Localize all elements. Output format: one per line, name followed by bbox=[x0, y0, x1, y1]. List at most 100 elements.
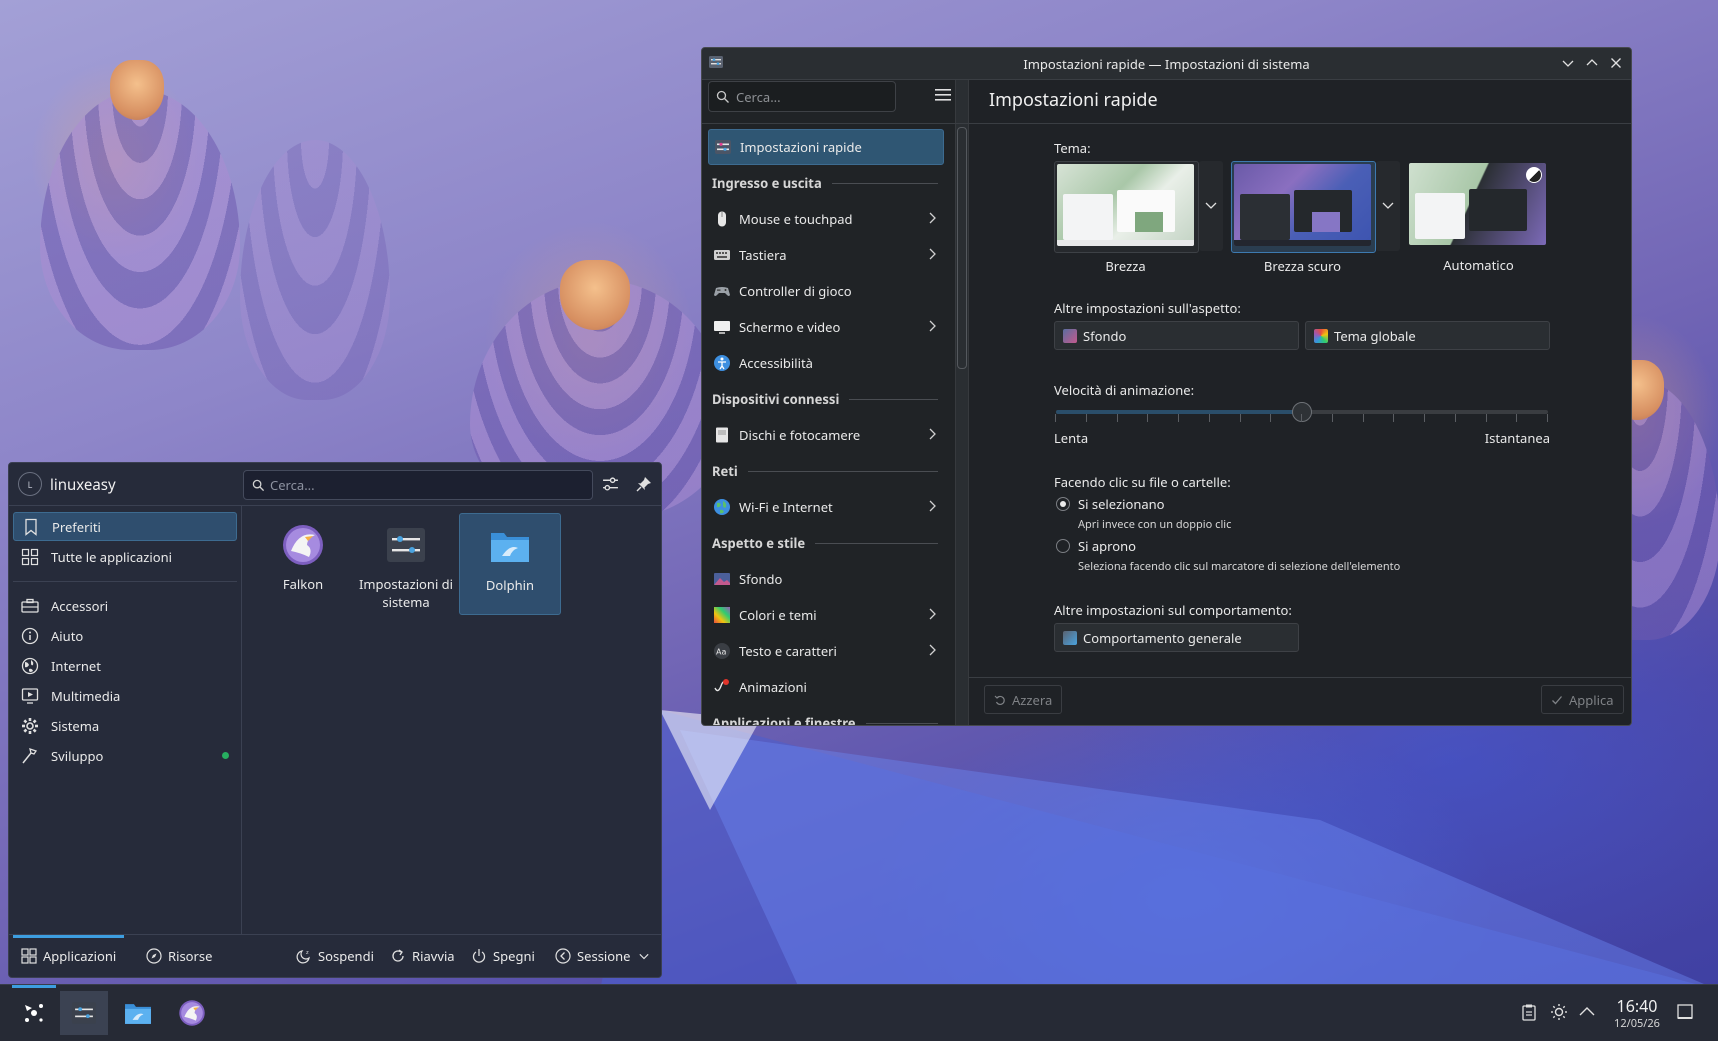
sidebar-item[interactable]: Accessibilità bbox=[708, 345, 944, 381]
slider-tick bbox=[1424, 414, 1425, 422]
grid-icon bbox=[21, 948, 37, 964]
launcher-search-input[interactable]: Cerca... bbox=[243, 470, 593, 500]
radio-open-hint: Seleziona facendo clic sul marcatore di … bbox=[1078, 559, 1401, 574]
settings-search-input[interactable]: Cerca... bbox=[708, 81, 896, 112]
avatar[interactable]: L bbox=[18, 472, 42, 496]
category-label: Sistema bbox=[51, 716, 100, 735]
category-item[interactable]: Sistema bbox=[13, 711, 237, 740]
wallpaper-icon bbox=[1063, 328, 1077, 343]
click-behavior-label: Facendo clic su file o cartelle: bbox=[1054, 473, 1231, 491]
tab-label: Applicazioni bbox=[43, 947, 117, 965]
window-titlebar[interactable]: Impostazioni rapide — Impostazioni di si… bbox=[702, 48, 1631, 80]
nav-section-divider bbox=[815, 542, 938, 544]
sidebar-item[interactable]: Wi-Fi e Internet bbox=[708, 489, 944, 525]
sidebar-item[interactable]: Colori e temi bbox=[708, 597, 944, 633]
brightness-icon[interactable] bbox=[1550, 1003, 1568, 1021]
animation-speed-slider[interactable] bbox=[1056, 402, 1548, 422]
nav-section-label: Applicazioni e finestre bbox=[712, 714, 856, 726]
apply-button-label: Applica bbox=[1569, 690, 1614, 709]
sidebar-item[interactable]: Sfondo bbox=[708, 561, 944, 597]
theme-variant-dropdown[interactable] bbox=[1199, 161, 1223, 251]
suspend-icon: z bbox=[296, 950, 310, 964]
category-item[interactable]: Aiuto bbox=[13, 621, 237, 650]
behavior-icon bbox=[1063, 630, 1077, 645]
radio-select-label[interactable]: Si selezionano bbox=[1078, 495, 1165, 513]
system-settings-icon bbox=[387, 528, 425, 562]
category-item[interactable]: Accessori bbox=[13, 591, 237, 620]
behavior-label: Altre impostazioni sul comportamento: bbox=[1054, 601, 1292, 619]
tab-label: Risorse bbox=[168, 947, 213, 965]
global-theme-button[interactable]: Tema globale bbox=[1305, 321, 1550, 350]
app-label: Impostazioni di sistema bbox=[358, 575, 454, 611]
monitor-icon bbox=[714, 321, 730, 334]
reset-button[interactable]: Azzera bbox=[984, 685, 1063, 714]
sidebar-item[interactable]: Aa Testo e caratteri bbox=[708, 633, 944, 669]
app-falkon[interactable]: Falkon bbox=[252, 513, 354, 615]
category-item[interactable]: Internet bbox=[13, 651, 237, 680]
taskbar-falkon[interactable] bbox=[168, 991, 216, 1035]
nav-section-divider bbox=[747, 470, 938, 472]
taskbar-system-settings[interactable] bbox=[60, 991, 108, 1035]
sidebar-item-label: Testo e caratteri bbox=[739, 642, 837, 660]
restart-button[interactable]: Riavvia bbox=[390, 935, 455, 977]
hamburger-menu-icon[interactable] bbox=[935, 88, 951, 102]
apply-button[interactable]: Applica bbox=[1541, 685, 1624, 714]
tab-places[interactable]: Risorse bbox=[146, 935, 212, 977]
theme-card-breeze-dark[interactable] bbox=[1231, 161, 1376, 253]
radio-open-files[interactable] bbox=[1056, 539, 1070, 553]
sidebar-item[interactable]: Controller di gioco bbox=[708, 273, 944, 309]
clipboard-icon[interactable] bbox=[1520, 1003, 1538, 1021]
nav-section-label: Reti bbox=[712, 462, 738, 480]
sidebar-item[interactable]: Tastiera bbox=[708, 237, 944, 273]
category-item[interactable]: Multimedia bbox=[13, 681, 237, 710]
settings-nav: Impostazioni rapide Ingresso e uscita Mous… bbox=[708, 129, 944, 726]
category-label: Accessori bbox=[51, 596, 109, 615]
app-launcher-button[interactable] bbox=[10, 985, 58, 1035]
sidebar-item[interactable]: Impostazioni rapide bbox=[708, 129, 944, 165]
configure-icon[interactable] bbox=[602, 476, 619, 493]
show-desktop-icon[interactable] bbox=[1676, 1003, 1694, 1021]
chevron-right-icon bbox=[929, 212, 936, 224]
animation-speed-label: Velocità di animazione: bbox=[1054, 381, 1195, 399]
shutdown-button[interactable]: Spegni bbox=[471, 935, 535, 977]
sidebar-item[interactable]: Dischi e fotocamere bbox=[708, 417, 944, 453]
app-system-settings[interactable]: Impostazioni di sistema bbox=[355, 513, 457, 615]
slow-label: Lenta bbox=[1054, 429, 1089, 447]
taskbar: 16:40 12/05/26 bbox=[0, 984, 1718, 1041]
sidebar-item[interactable]: Schermo e video bbox=[708, 309, 944, 345]
suspend-button[interactable]: z Sospendi bbox=[296, 935, 374, 977]
sidebar-item[interactable]: Mouse e touchpad bbox=[708, 201, 944, 237]
theme-variant-dropdown[interactable] bbox=[1376, 161, 1400, 251]
chevron-up-icon bbox=[1586, 59, 1598, 66]
nav-section-header: Dispositivi connessi bbox=[708, 381, 944, 417]
radio-open-label[interactable]: Si aprono bbox=[1078, 537, 1136, 555]
radio-select-files[interactable] bbox=[1056, 497, 1070, 511]
theme-card-breeze[interactable] bbox=[1054, 161, 1199, 253]
category-item[interactable]: Preferiti bbox=[13, 512, 237, 541]
app-label: Dolphin bbox=[485, 576, 535, 594]
slider-handle[interactable] bbox=[1292, 402, 1312, 422]
general-behavior-button-label: Comportamento generale bbox=[1083, 628, 1242, 647]
pin-icon[interactable] bbox=[636, 476, 652, 492]
power-icon bbox=[472, 949, 486, 963]
minimize-button[interactable] bbox=[1559, 53, 1577, 73]
chevron-up-icon[interactable] bbox=[1578, 1003, 1596, 1021]
wallpaper-button[interactable]: Sfondo bbox=[1054, 321, 1299, 350]
maximize-button[interactable] bbox=[1583, 53, 1601, 73]
general-behavior-button[interactable]: Comportamento generale bbox=[1054, 623, 1299, 652]
close-button[interactable] bbox=[1607, 53, 1625, 73]
category-item[interactable]: Tutte le applicazioni bbox=[13, 542, 237, 571]
theme-card-automatic[interactable] bbox=[1407, 161, 1550, 251]
category-item[interactable]: Sviluppo bbox=[13, 741, 237, 770]
chevron-right-icon bbox=[929, 248, 936, 260]
gamepad-icon bbox=[714, 287, 730, 296]
tab-applications[interactable]: Applicazioni bbox=[12, 935, 125, 977]
session-button[interactable]: Sessione bbox=[555, 935, 649, 977]
sidebar-scrollbar[interactable] bbox=[957, 127, 967, 369]
clock[interactable]: 16:40 12/05/26 bbox=[1607, 995, 1667, 1031]
sidebar-item[interactable]: Animazioni bbox=[708, 669, 944, 705]
taskbar-dolphin[interactable] bbox=[114, 991, 162, 1035]
chevron-right-icon bbox=[929, 428, 936, 440]
svg-text:z: z bbox=[306, 950, 309, 956]
app-dolphin[interactable]: Dolphin bbox=[459, 513, 561, 615]
